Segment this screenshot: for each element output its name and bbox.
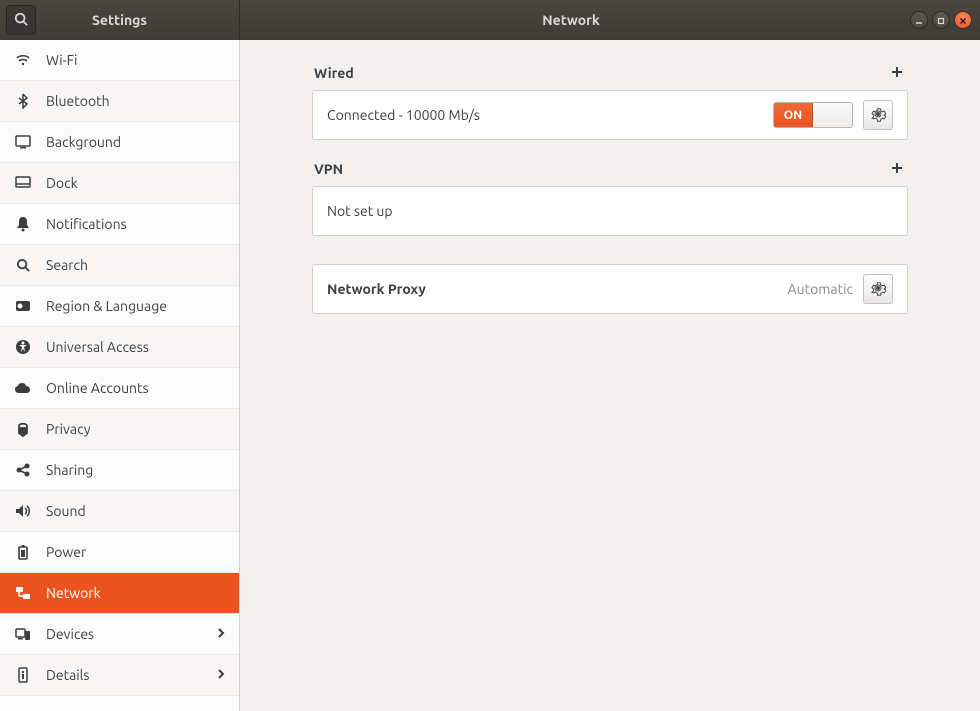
wired-card: Connected - 10000 Mb/s ON [312, 90, 908, 140]
proxy-value: Automatic [788, 281, 853, 297]
sidebar-item-label: Bluetooth [46, 93, 225, 109]
vpn-row: Not set up [313, 187, 907, 235]
add-wired-button[interactable] [888, 64, 906, 82]
wired-section-header: Wired [312, 64, 908, 82]
titlebar-left: Settings [0, 0, 240, 40]
plus-icon [890, 161, 904, 178]
wired-status: Connected - 10000 Mb/s [327, 107, 773, 123]
sidebar-item-label: Online Accounts [46, 380, 225, 396]
search-icon [14, 12, 28, 29]
vpn-status: Not set up [327, 203, 893, 219]
minimize-icon [915, 12, 923, 28]
info-icon [14, 667, 32, 683]
sidebar-item-background[interactable]: Background [0, 122, 239, 163]
dock-icon [14, 176, 32, 190]
wired-settings-button[interactable] [863, 100, 893, 130]
maximize-icon [937, 12, 945, 28]
devices-icon [14, 627, 32, 641]
sidebar-item-power[interactable]: Power [0, 532, 239, 573]
chevron-right-icon [217, 667, 225, 683]
wired-switch-on-label: ON [774, 103, 813, 127]
vpn-heading: VPN [314, 161, 343, 177]
power-icon [14, 544, 32, 560]
titlebar-right: Network [240, 0, 980, 40]
titlebar: Settings Network [0, 0, 980, 40]
sidebar-item-dock[interactable]: Dock [0, 163, 239, 204]
search-icon [14, 258, 32, 273]
sidebar-item-label: Wi-Fi [46, 52, 225, 68]
sidebar-item-sharing[interactable]: Sharing [0, 450, 239, 491]
chevron-right-icon [217, 626, 225, 642]
sidebar-item-label: Sound [46, 503, 225, 519]
wired-heading: Wired [314, 65, 354, 81]
cloud-icon [14, 381, 32, 395]
gear-icon [870, 106, 886, 125]
sidebar-item-label: Dock [46, 175, 225, 191]
sidebar-item-label: Devices [46, 626, 203, 642]
sidebar-item-label: Notifications [46, 216, 225, 232]
sidebar-item-label: Universal Access [46, 339, 225, 355]
sidebar-item-bluetooth[interactable]: Bluetooth [0, 81, 239, 122]
gear-icon [870, 280, 886, 299]
proxy-label: Network Proxy [327, 281, 788, 297]
sidebar-item-universal-access[interactable]: Universal Access [0, 327, 239, 368]
plus-icon [890, 65, 904, 82]
sidebar: Wi-Fi Bluetooth Background Dock Notifica… [0, 40, 240, 711]
wired-switch-handle [813, 103, 852, 127]
sidebar-item-label: Power [46, 544, 225, 560]
add-vpn-button[interactable] [888, 160, 906, 178]
lock-icon [14, 421, 32, 437]
proxy-card[interactable]: Network Proxy Automatic [312, 264, 908, 314]
wired-switch[interactable]: ON [773, 102, 853, 128]
sidebar-item-label: Region & Language [46, 298, 225, 314]
sidebar-item-label: Sharing [46, 462, 225, 478]
vpn-card: Not set up [312, 186, 908, 236]
sidebar-item-region[interactable]: Region & Language [0, 286, 239, 327]
bell-icon [14, 216, 32, 232]
sidebar-item-label: Privacy [46, 421, 225, 437]
proxy-settings-button[interactable] [863, 274, 893, 304]
proxy-row: Network Proxy Automatic [313, 265, 907, 313]
sidebar-item-privacy[interactable]: Privacy [0, 409, 239, 450]
sidebar-item-label: Background [46, 134, 225, 150]
settings-window: Settings Network Wi-Fi [0, 0, 980, 711]
content-area: Wired Connected - 10000 Mb/s ON [240, 40, 980, 711]
sidebar-item-label: Search [46, 257, 225, 273]
close-button[interactable] [954, 11, 972, 29]
sidebar-item-notifications[interactable]: Notifications [0, 204, 239, 245]
wired-row: Connected - 10000 Mb/s ON [313, 91, 907, 139]
bluetooth-icon [14, 93, 32, 109]
sidebar-item-wifi[interactable]: Wi-Fi [0, 40, 239, 81]
sidebar-item-devices[interactable]: Devices [0, 614, 239, 655]
sidebar-item-search[interactable]: Search [0, 245, 239, 286]
sidebar-item-network[interactable]: Network [0, 573, 239, 614]
share-icon [14, 462, 32, 478]
sidebar-item-sound[interactable]: Sound [0, 491, 239, 532]
network-icon [14, 586, 32, 600]
sidebar-item-online-accounts[interactable]: Online Accounts [0, 368, 239, 409]
sidebar-item-label: Details [46, 667, 203, 683]
spacer [312, 236, 908, 264]
main-split: Wi-Fi Bluetooth Background Dock Notifica… [0, 40, 980, 711]
globe-icon [14, 299, 32, 313]
minimize-button[interactable] [910, 11, 928, 29]
window-controls [902, 11, 980, 29]
close-icon [959, 12, 967, 28]
wifi-icon [14, 52, 32, 68]
sidebar-item-details[interactable]: Details [0, 655, 239, 696]
search-button[interactable] [6, 5, 36, 35]
display-icon [14, 135, 32, 149]
accessibility-icon [14, 339, 32, 355]
sidebar-item-label: Network [46, 585, 225, 601]
vpn-section-header: VPN [312, 160, 908, 178]
maximize-button[interactable] [932, 11, 950, 29]
speaker-icon [14, 504, 32, 518]
page-title: Network [240, 12, 902, 28]
app-title: Settings [42, 12, 239, 28]
